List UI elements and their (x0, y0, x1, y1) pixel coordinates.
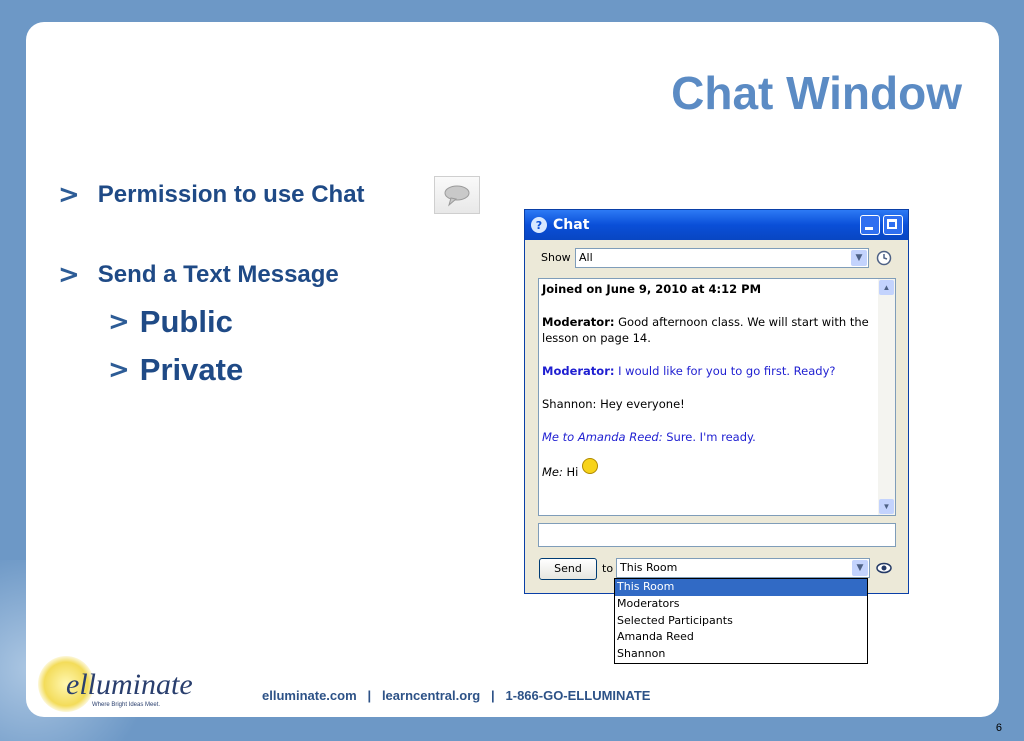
chat-message-log[interactable]: Joined on June 9, 2010 at 4:12 PM Modera… (538, 278, 896, 516)
show-filter-select[interactable]: All ▼ (575, 248, 869, 268)
clock-icon[interactable] (876, 250, 892, 266)
sub-bullet-text: Public (139, 304, 233, 339)
page-number: 6 (995, 722, 1002, 734)
chat-message: Me: Hi (542, 458, 877, 480)
chat-window: ? Chat Show All ▼ Joined on June 9, 2010… (524, 209, 909, 594)
dropdown-option-shannon[interactable]: Shannon (615, 646, 867, 663)
show-label: Show (541, 251, 571, 264)
message-text: Hi (562, 465, 579, 479)
chevron-right-icon: > (58, 180, 80, 210)
chat-message: Shannon: Hey everyone! (542, 397, 685, 411)
sub-bullet-private: > Private (108, 352, 243, 388)
to-label: to (602, 562, 614, 575)
chat-app-icon: ? (531, 217, 547, 233)
show-filter-value: All (579, 251, 593, 264)
elluminate-logo: elluminate Where Bright Ideas Meet. (38, 656, 234, 718)
scroll-up-icon[interactable]: ▲ (879, 280, 894, 295)
message-sender: Me to Amanda Reed: (542, 430, 663, 444)
chevron-right-icon: > (108, 355, 130, 385)
chat-message: Moderator: Good afternoon class. We will… (542, 314, 877, 346)
footer-links: elluminate.com | learncentral.org | 1-86… (262, 688, 651, 703)
minimize-button[interactable] (860, 215, 880, 235)
bullet-text: Permission to use Chat (97, 181, 365, 208)
message-text: I would like for you to go first. Ready? (614, 364, 836, 378)
message-sender: Moderator: (542, 315, 615, 329)
maximize-button[interactable] (883, 215, 903, 235)
dropdown-option-amanda-reed[interactable]: Amanda Reed (615, 629, 867, 646)
bullet-text: Send a Text Message (97, 261, 339, 288)
dropdown-option-this-room[interactable]: This Room (615, 579, 867, 596)
chat-message: Moderator: I would like for you to go fi… (542, 363, 877, 379)
chevron-down-icon[interactable]: ▼ (851, 250, 867, 266)
chat-window-title: Chat (553, 217, 590, 233)
chat-permission-button[interactable] (434, 176, 480, 214)
smiley-icon (582, 458, 599, 474)
message-text: Sure. I'm ready. (662, 430, 756, 444)
bullet-permission: > Permission to use Chat (58, 180, 365, 210)
chat-message: Me to Amanda Reed: Sure. I'm ready. (542, 429, 877, 445)
message-sender: Me: (542, 465, 563, 479)
chat-bubble-icon (444, 185, 470, 207)
recipient-select[interactable]: This Room ▼ (616, 558, 870, 578)
logo-wordmark: elluminate (66, 668, 193, 701)
sub-bullet-text: Private (139, 352, 244, 387)
chevron-right-icon: > (58, 260, 80, 290)
dropdown-option-moderators[interactable]: Moderators (615, 596, 867, 613)
eye-icon[interactable] (876, 562, 892, 574)
bullet-send-text: > Send a Text Message (58, 260, 339, 290)
sub-bullet-public: > Public (108, 304, 233, 340)
chevron-right-icon: > (108, 307, 130, 337)
message-sender: Moderator: (542, 364, 615, 378)
message-input[interactable] (538, 523, 896, 547)
chevron-down-icon[interactable]: ▼ (852, 560, 868, 576)
slide-title: Chat Window (671, 67, 962, 119)
joined-notice: Joined on June 9, 2010 at 4:12 PM (542, 282, 762, 296)
recipient-value: This Room (620, 561, 678, 574)
log-scrollbar[interactable]: ▲ ▼ (878, 279, 895, 515)
logo-tagline: Where Bright Ideas Meet. (92, 702, 161, 708)
scroll-down-icon[interactable]: ▼ (879, 499, 894, 514)
send-button[interactable]: Send (539, 558, 597, 580)
chat-titlebar[interactable]: ? Chat (525, 210, 908, 240)
recipient-dropdown-list: This Room Moderators Selected Participan… (614, 578, 868, 664)
dropdown-option-selected-participants[interactable]: Selected Participants (615, 613, 867, 630)
